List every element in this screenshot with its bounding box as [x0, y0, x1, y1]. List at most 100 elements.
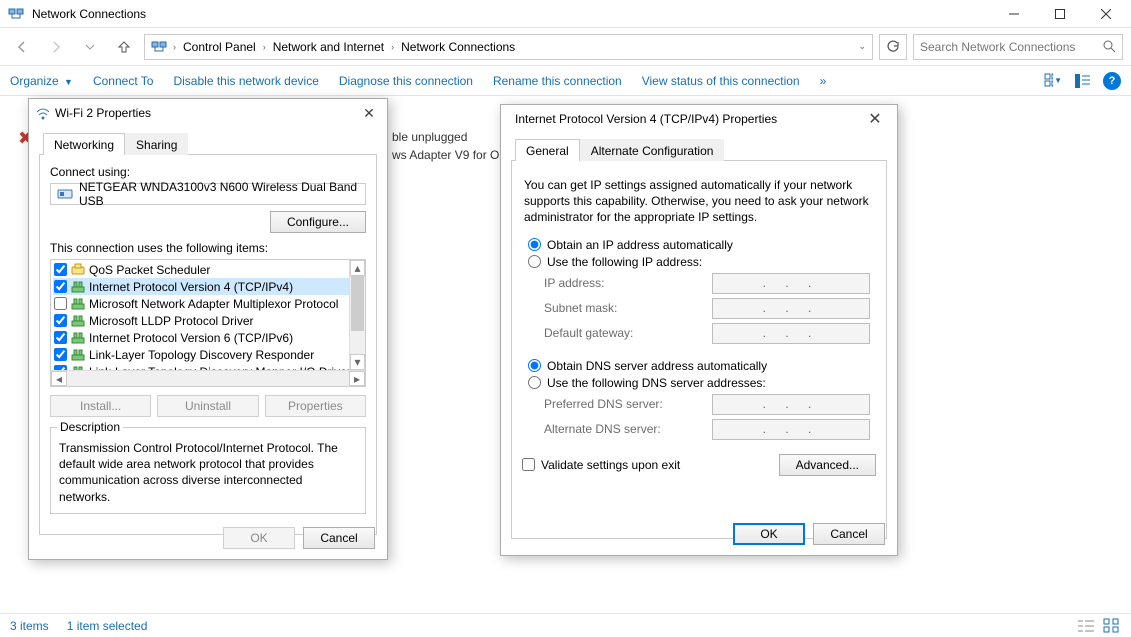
list-item[interactable]: QoS Packet Scheduler [53, 261, 363, 278]
view-icons-button[interactable]: ▼ [1043, 71, 1063, 91]
breadcrumb-item[interactable]: Network Connections [398, 40, 518, 54]
view-details-small-icon[interactable] [1077, 618, 1095, 634]
protocol-icon [71, 348, 85, 362]
radio-use-dns-input[interactable] [528, 376, 541, 389]
item-checkbox[interactable] [54, 314, 67, 327]
radio-obtain-dns-auto[interactable]: Obtain DNS server address automatically [528, 359, 876, 373]
chevron-right-icon[interactable]: › [391, 42, 394, 52]
dialog-titlebar[interactable]: Wi-Fi 2 Properties ✕ [29, 99, 387, 127]
cmd-disable[interactable]: Disable this network device [173, 74, 318, 88]
cmd-diagnose[interactable]: Diagnose this connection [339, 74, 473, 88]
connect-using-label: Connect using: [50, 165, 366, 179]
radio-use-ip[interactable]: Use the following IP address: [528, 255, 876, 269]
maximize-button[interactable] [1037, 0, 1083, 28]
uninstall-button[interactable]: Uninstall [157, 395, 258, 417]
radio-use-ip-input[interactable] [528, 255, 541, 268]
forward-button[interactable] [42, 33, 70, 61]
search-placeholder: Search Network Connections [920, 40, 1103, 54]
refresh-button[interactable] [879, 34, 907, 60]
network-connections-icon [8, 6, 24, 22]
cancel-button[interactable]: Cancel [813, 523, 885, 545]
breadcrumb[interactable]: › Control Panel › Network and Internet ›… [144, 34, 873, 60]
status-bar: 3 items 1 item selected [0, 613, 1131, 637]
radio-obtain-dns-auto-input[interactable] [528, 359, 541, 372]
status-selected: 1 item selected [67, 619, 148, 633]
item-label: Internet Protocol Version 4 (TCP/IPv4) [89, 280, 293, 294]
cmd-view-status[interactable]: View status of this connection [642, 74, 800, 88]
install-button[interactable]: Install... [50, 395, 151, 417]
window-title: Network Connections [32, 7, 991, 21]
help-button[interactable]: ? [1103, 72, 1121, 90]
breadcrumb-item[interactable]: Network and Internet [270, 40, 387, 54]
vertical-scrollbar[interactable]: ▴ ▾ [349, 260, 365, 370]
cmd-organize[interactable]: Organize ▼ [10, 74, 73, 88]
item-label: Link-Layer Topology Discovery Responder [89, 348, 314, 362]
tab-sharing[interactable]: Sharing [125, 133, 188, 155]
radio-obtain-ip-auto[interactable]: Obtain an IP address automatically [528, 238, 876, 252]
scroll-right-icon[interactable]: ▸ [349, 371, 365, 386]
validate-checkbox-row[interactable]: Validate settings upon exit [522, 458, 680, 472]
network-items-list[interactable]: QoS Packet Scheduler Internet Protocol Ve… [50, 259, 366, 387]
close-button[interactable]: ✕ [863, 109, 887, 129]
description-group: Description Transmission Control Protoco… [50, 427, 366, 514]
close-button[interactable]: ✕ [357, 103, 381, 123]
alt-dns-field: . . . [712, 419, 870, 440]
view-icons-small-icon[interactable] [1103, 618, 1121, 634]
tab-networking[interactable]: Networking [43, 133, 125, 155]
tab-strip: General Alternate Configuration [511, 139, 887, 161]
wifi-icon [35, 105, 51, 121]
chevron-right-icon[interactable]: › [263, 42, 266, 52]
protocol-icon [71, 297, 85, 311]
list-item[interactable]: Link-Layer Topology Discovery Responder [53, 346, 363, 363]
back-button[interactable] [8, 33, 36, 61]
protocol-icon [71, 280, 85, 294]
scroll-left-icon[interactable]: ◂ [51, 371, 67, 386]
horizontal-scrollbar[interactable]: ◂ ▸ [51, 370, 365, 386]
item-checkbox[interactable] [54, 348, 67, 361]
chevron-down-icon[interactable]: ⌄ [858, 41, 866, 52]
search-input[interactable]: Search Network Connections [913, 34, 1123, 60]
explorer-titlebar: Network Connections [0, 0, 1131, 28]
gateway-label: Default gateway: [544, 326, 712, 340]
alt-dns-label: Alternate DNS server: [544, 422, 712, 436]
minimize-button[interactable] [991, 0, 1037, 28]
radio-obtain-ip-auto-input[interactable] [528, 238, 541, 251]
advanced-button[interactable]: Advanced... [779, 454, 876, 476]
item-label: QoS Packet Scheduler [89, 263, 210, 277]
adapter-name-box: NETGEAR WNDA3100v3 N600 Wireless Dual Ba… [50, 183, 366, 205]
bg-connection-text: ble unplugged ws Adapter V9 for Op [392, 128, 506, 164]
cmd-rename[interactable]: Rename this connection [493, 74, 622, 88]
list-item[interactable]: Microsoft Network Adapter Multiplexor Pr… [53, 295, 363, 312]
tab-general[interactable]: General [515, 139, 580, 161]
item-checkbox[interactable] [54, 331, 67, 344]
validate-checkbox[interactable] [522, 458, 535, 471]
item-checkbox[interactable] [54, 263, 67, 276]
radio-use-dns[interactable]: Use the following DNS server addresses: [528, 376, 876, 390]
configure-button[interactable]: Configure... [270, 211, 366, 233]
list-item[interactable]: Microsoft LLDP Protocol Driver [53, 312, 363, 329]
scroll-up-icon[interactable]: ▴ [350, 260, 365, 276]
breadcrumb-item[interactable]: Control Panel [180, 40, 259, 54]
ipv4-properties-dialog: Internet Protocol Version 4 (TCP/IPv4) P… [500, 104, 898, 556]
properties-button[interactable]: Properties [265, 395, 366, 417]
cmd-more[interactable]: » [820, 74, 827, 88]
ok-button[interactable]: OK [223, 527, 295, 549]
item-checkbox[interactable] [54, 280, 67, 293]
item-checkbox[interactable] [54, 297, 67, 310]
up-button[interactable] [110, 33, 138, 61]
description-legend: Description [57, 420, 123, 434]
cmd-connect-to[interactable]: Connect To [93, 74, 154, 88]
ok-button[interactable]: OK [733, 523, 805, 545]
scroll-down-icon[interactable]: ▾ [350, 354, 365, 370]
list-item[interactable]: Internet Protocol Version 4 (TCP/IPv4) [53, 278, 363, 295]
tab-alternate-config[interactable]: Alternate Configuration [580, 139, 725, 161]
close-button[interactable] [1083, 0, 1129, 28]
chevron-right-icon[interactable]: › [173, 42, 176, 52]
cancel-button[interactable]: Cancel [303, 527, 375, 549]
list-item[interactable]: Internet Protocol Version 6 (TCP/IPv6) [53, 329, 363, 346]
dialog-titlebar[interactable]: Internet Protocol Version 4 (TCP/IPv4) P… [501, 105, 897, 133]
recent-dropdown[interactable] [76, 33, 104, 61]
view-details-button[interactable] [1073, 71, 1093, 91]
subnet-label: Subnet mask: [544, 301, 712, 315]
tab-strip: Networking Sharing [39, 133, 377, 155]
